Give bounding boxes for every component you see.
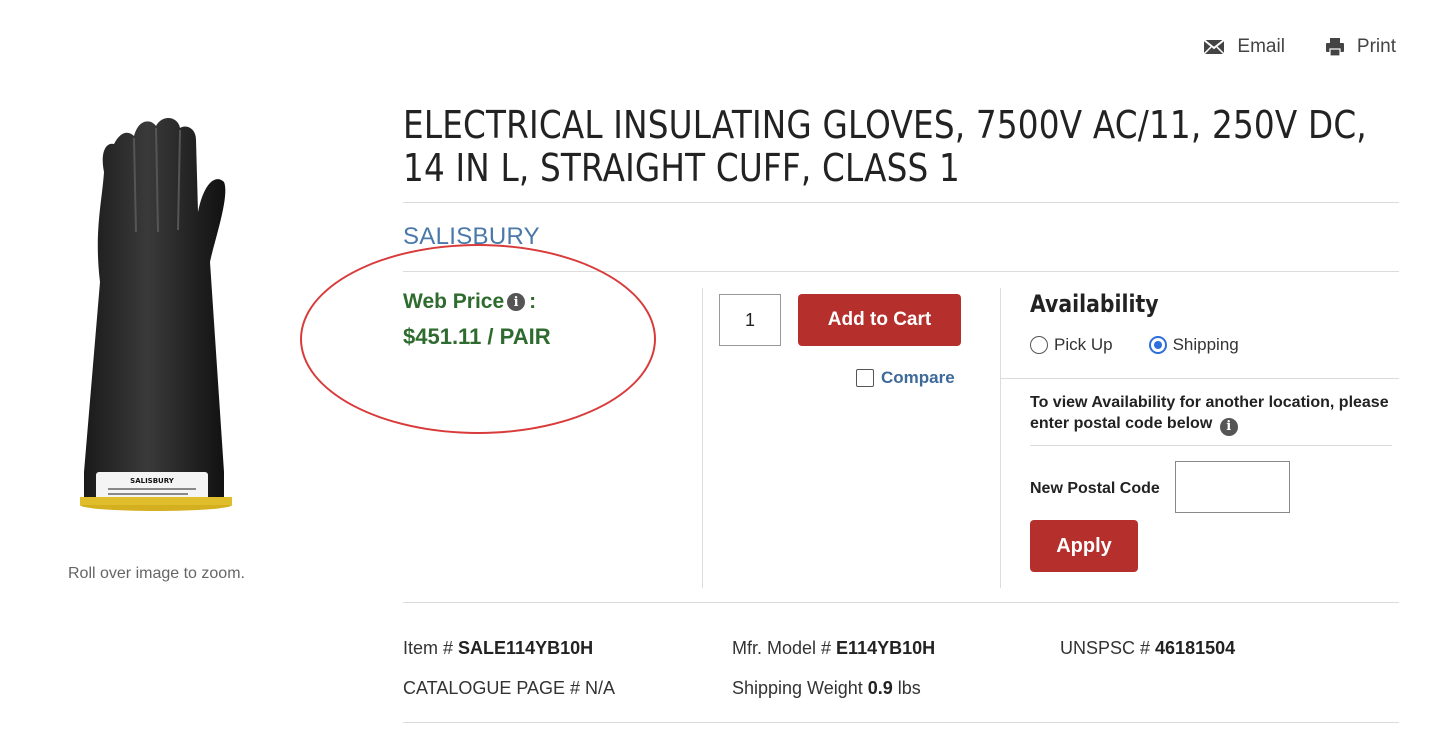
shipping-weight: Shipping Weight 0.9 lbs <box>732 678 1060 699</box>
add-to-cart-button[interactable]: Add to Cart <box>798 294 961 346</box>
web-price-label: Web Price i : <box>403 290 536 314</box>
shipping-option[interactable]: Shipping <box>1148 335 1239 355</box>
divider <box>403 271 1399 272</box>
divider <box>403 202 1399 203</box>
info-icon[interactable]: i <box>507 293 526 311</box>
compare-toggle[interactable]: Compare <box>856 368 955 388</box>
model-number-value: E114YB10H <box>836 637 936 658</box>
shipping-radio[interactable] <box>1148 336 1167 354</box>
email-action[interactable]: Email <box>1203 36 1285 58</box>
unspsc-number: UNSPSC # 46181504 <box>1060 638 1235 659</box>
apply-button[interactable]: Apply <box>1030 520 1138 572</box>
unspsc-value: 46181504 <box>1155 637 1236 658</box>
product-details: Item # SALE114YB10H Mfr. Model # E114YB1… <box>403 638 1235 708</box>
pickup-radio[interactable] <box>1030 336 1048 354</box>
divider <box>1030 445 1392 446</box>
printer-icon <box>1325 38 1344 57</box>
pickup-label: Pick Up <box>1054 335 1113 354</box>
shipping-weight-unit: lbs <box>892 677 921 698</box>
product-title: ELECTRICAL INSULATING GLOVES, 7500V AC/1… <box>403 103 1367 190</box>
divider <box>1001 378 1399 379</box>
page-actions: Email Print <box>1203 36 1396 58</box>
web-price-colon: : <box>529 290 537 313</box>
pickup-option[interactable]: Pick Up <box>1030 335 1113 355</box>
envelope-icon <box>1203 39 1226 55</box>
item-number: Item # SALE114YB10H <box>403 638 732 659</box>
model-number: Mfr. Model # E114YB10H <box>732 638 1060 659</box>
web-price-text: Web Price <box>403 290 505 313</box>
info-icon[interactable]: i <box>1219 417 1238 436</box>
item-number-label: Item # <box>403 637 459 658</box>
price-value: $451.11 / PAIR <box>403 324 551 349</box>
item-number-value: SALE114YB10H <box>458 637 594 658</box>
divider <box>403 602 1399 603</box>
availability-note: To view Availability for another locatio… <box>1030 392 1390 436</box>
print-label: Print <box>1356 36 1396 57</box>
postal-code-input[interactable] <box>1175 461 1290 513</box>
availability-note-text: To view Availability for another locatio… <box>1030 394 1389 432</box>
brand-link[interactable]: SALISBURY <box>403 223 540 251</box>
email-label: Email <box>1237 36 1285 57</box>
fulfillment-options: Pick Up Shipping <box>1030 335 1239 355</box>
product-image[interactable]: SALISBURY <box>74 112 244 522</box>
compare-label: Compare <box>881 368 955 387</box>
details-row: Item # SALE114YB10H Mfr. Model # E114YB1… <box>403 628 1235 668</box>
quantity-input[interactable] <box>719 294 781 346</box>
catalogue-page: CATALOGUE PAGE # N/A <box>403 677 616 698</box>
postal-code-label: New Postal Code <box>1030 480 1160 497</box>
availability-title: Availability <box>1030 290 1159 318</box>
shipping-label: Shipping <box>1172 335 1239 354</box>
model-number-label: Mfr. Model # <box>732 637 837 658</box>
zoom-hint: Roll over image to zoom. <box>68 565 245 582</box>
details-row: CATALOGUE PAGE # N/A Shipping Weight 0.9… <box>403 668 1235 708</box>
column-divider <box>1000 288 1001 588</box>
column-divider <box>702 288 703 588</box>
print-action[interactable]: Print <box>1325 36 1396 58</box>
divider <box>403 722 1399 723</box>
compare-checkbox[interactable] <box>856 369 874 387</box>
unspsc-label: UNSPSC # <box>1060 637 1156 658</box>
shipping-weight-value: 0.9 <box>867 677 893 698</box>
glove-brand-label: SALISBURY <box>130 477 175 485</box>
shipping-weight-label: Shipping Weight <box>732 677 868 698</box>
